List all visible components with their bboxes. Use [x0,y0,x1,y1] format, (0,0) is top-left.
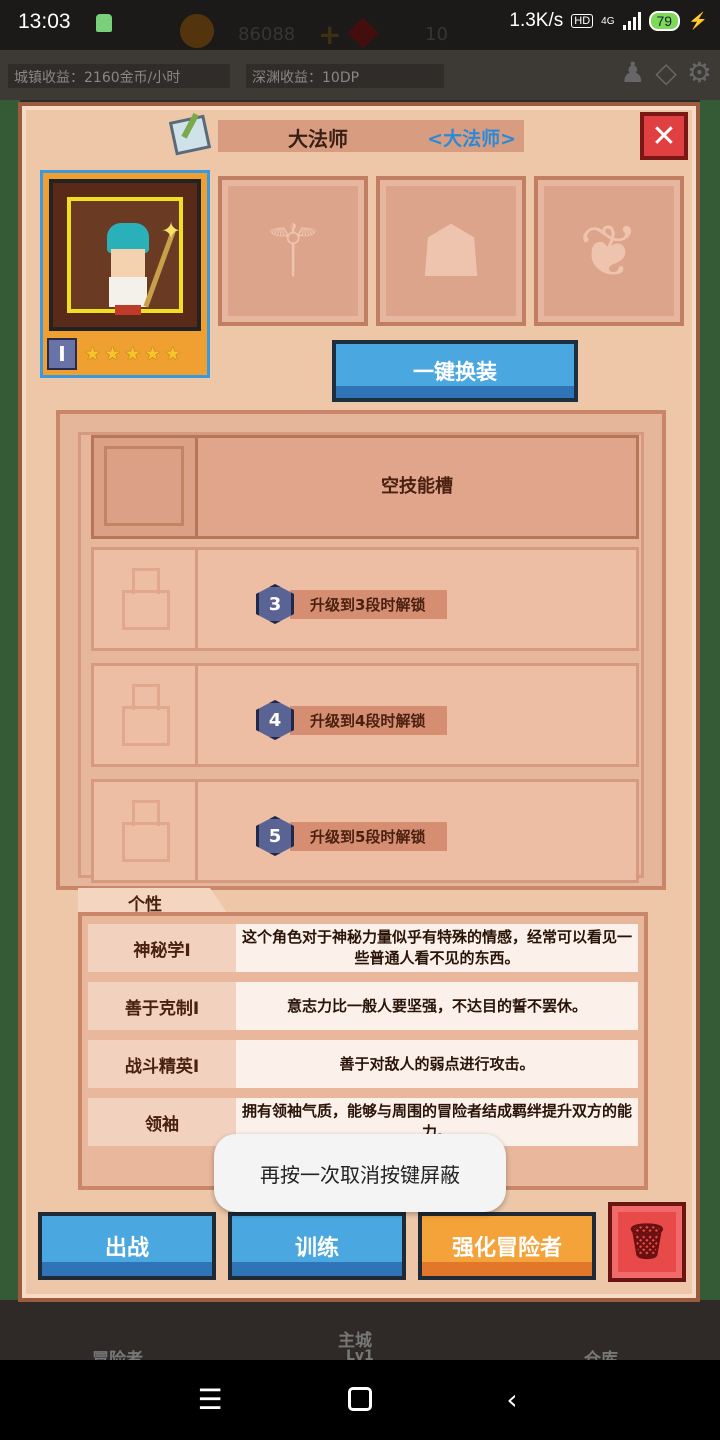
one-click-equip-button[interactable]: 一键换装 [332,340,578,402]
star-icon: ★ [144,343,162,365]
compass-icon: ◇ [655,56,677,89]
unlock-requirement: 5 升级到5段时解锁 [256,816,448,856]
charging-icon: ⚡ [688,13,708,30]
close-button[interactable]: ✕ [640,112,688,160]
lock-icon [94,550,198,648]
star-icon: ★ [104,343,122,365]
hero-detail-dialog: 大法师 <大法师> ✕ ✦ I ★ ★ ★ ★ ★ ⚚ ☗ ❦ 一键换装 空技能… [18,102,700,1302]
background-left [0,100,20,1300]
battery-icon: 79 [648,11,681,31]
armor-slot-icon: ☗ [418,209,484,293]
trait-description: 这个角色对于神秘力量似乎有特殊的情感，经常可以看见一些普通人看不见的东西。 [236,924,638,972]
scroll-quill-icon [168,114,212,156]
unlock-text: 升级到3段时解锁 [290,589,448,619]
status-time: 13:03 [18,10,71,33]
people-icon: ♟ [620,56,646,89]
gear-icon: ⚙ [686,56,712,89]
unlock-requirement: 3 升级到3段时解锁 [256,584,448,624]
trait-name: 善于克制I [88,982,236,1030]
network-speed: 1.3K/s [509,10,564,31]
hero-class: <大法师> [427,128,516,150]
equipment-slot-accessory[interactable]: ❦ [534,176,684,326]
rank-badge: I [47,338,77,370]
hero-face [111,249,145,277]
menu-icon: ☰ [197,1382,223,1416]
tier-badge: 3 [256,584,294,624]
skill-slot-locked: 4 升级到4段时解锁 [91,663,639,767]
rank-row: I ★ ★ ★ ★ ★ [47,337,203,371]
trait-row: 战斗精英I 善于对敌人的弱点进行攻击。 [88,1040,638,1088]
status-bar: 13:03 1.3K/s HD 4G 79 ⚡ [0,0,720,50]
equipment-slot-weapon[interactable]: ⚚ [218,176,368,326]
trait-name: 神秘学I [88,924,236,972]
close-icon: ✕ [651,118,677,154]
skill-list[interactable]: 空技能槽 3 升级到3段时解锁 4 升级到4段时解锁 5 升级到5段时解锁 [78,432,644,883]
unlock-requirement: 4 升级到4段时解锁 [256,700,448,740]
lock-icon [94,666,198,764]
star-icon: ★ [164,343,182,365]
background-right [700,100,720,1300]
enhance-adventurer-button[interactable]: 强化冒险者 [418,1212,596,1280]
trait-description: 善于对敌人的弱点进行攻击。 [236,1040,638,1088]
back-icon: ‹ [506,1382,518,1416]
skill-slot-locked: 3 升级到3段时解锁 [91,547,639,651]
hero-name: 大法师 [288,127,348,151]
status-right: 1.3K/s HD 4G 79 ⚡ [509,10,708,32]
trait-row: 善于克制I 意志力比一般人要坚强，不达目的誓不罢休。 [88,982,638,1030]
home-button[interactable] [330,1374,390,1424]
tier-badge: 5 [256,816,294,856]
deploy-button[interactable]: 出战 [38,1212,216,1280]
sparkle-icon: ✦ [161,217,182,245]
menu-button[interactable]: ☰ [180,1374,240,1424]
trait-name: 战斗精英I [88,1040,236,1088]
staff-slot-icon: ⚚ [260,209,326,293]
accessory-slot-icon: ❦ [578,209,640,293]
android-icon [96,14,112,32]
back-button[interactable]: ‹ [482,1374,542,1424]
skill-slot-empty[interactable]: 空技能槽 [91,435,639,539]
skill-panel: 空技能槽 3 升级到3段时解锁 4 升级到4段时解锁 5 升级到5段时解锁 [56,410,666,890]
hero-body [109,277,147,307]
star-icon: ★ [124,343,142,365]
empty-skill-icon [94,438,198,536]
title-bar: 大法师 <大法师> [218,120,524,152]
abyss-income: 深渊收益：10DP [246,64,444,88]
train-button[interactable]: 训练 [228,1212,406,1280]
equipment-slot-armor[interactable]: ☗ [376,176,526,326]
tier-badge: 4 [256,700,294,740]
navigation-bar: ☰ ‹ [0,1360,720,1440]
hd-badge: HD [571,14,594,28]
portrait-frame: ✦ [67,197,183,315]
portrait-background: ✦ [49,179,201,331]
hero-portrait[interactable]: ✦ I ★ ★ ★ ★ ★ [40,170,210,378]
home-icon [348,1387,372,1411]
personality-tab: 个性 [78,888,228,914]
dismiss-hero-button[interactable]: 🗑 [608,1202,686,1282]
trait-name: 领袖 [88,1098,236,1146]
trash-icon: 🗑 [625,1222,669,1262]
network-type: 4G [601,15,615,27]
skill-slot-locked: 5 升级到5段时解锁 [91,779,639,883]
empty-skill-label: 空技能槽 [381,476,453,497]
trait-row: 神秘学I 这个角色对于神秘力量似乎有特殊的情感，经常可以看见一些普通人看不见的东… [88,924,638,972]
hero-legs [115,305,141,315]
trait-description: 意志力比一般人要坚强，不达目的誓不罢休。 [236,982,638,1030]
unlock-text: 升级到5段时解锁 [290,821,448,851]
toast-message: 再按一次取消按键屏蔽 [214,1134,506,1212]
star-icon: ★ [84,343,102,365]
lock-icon [94,782,198,880]
hud-icons: ♟ ◇ ⚙ [620,56,712,89]
unlock-text: 升级到4段时解锁 [290,705,448,735]
signal-icon [622,12,641,30]
town-income: 城镇收益：2160金币/小时 [8,64,230,88]
